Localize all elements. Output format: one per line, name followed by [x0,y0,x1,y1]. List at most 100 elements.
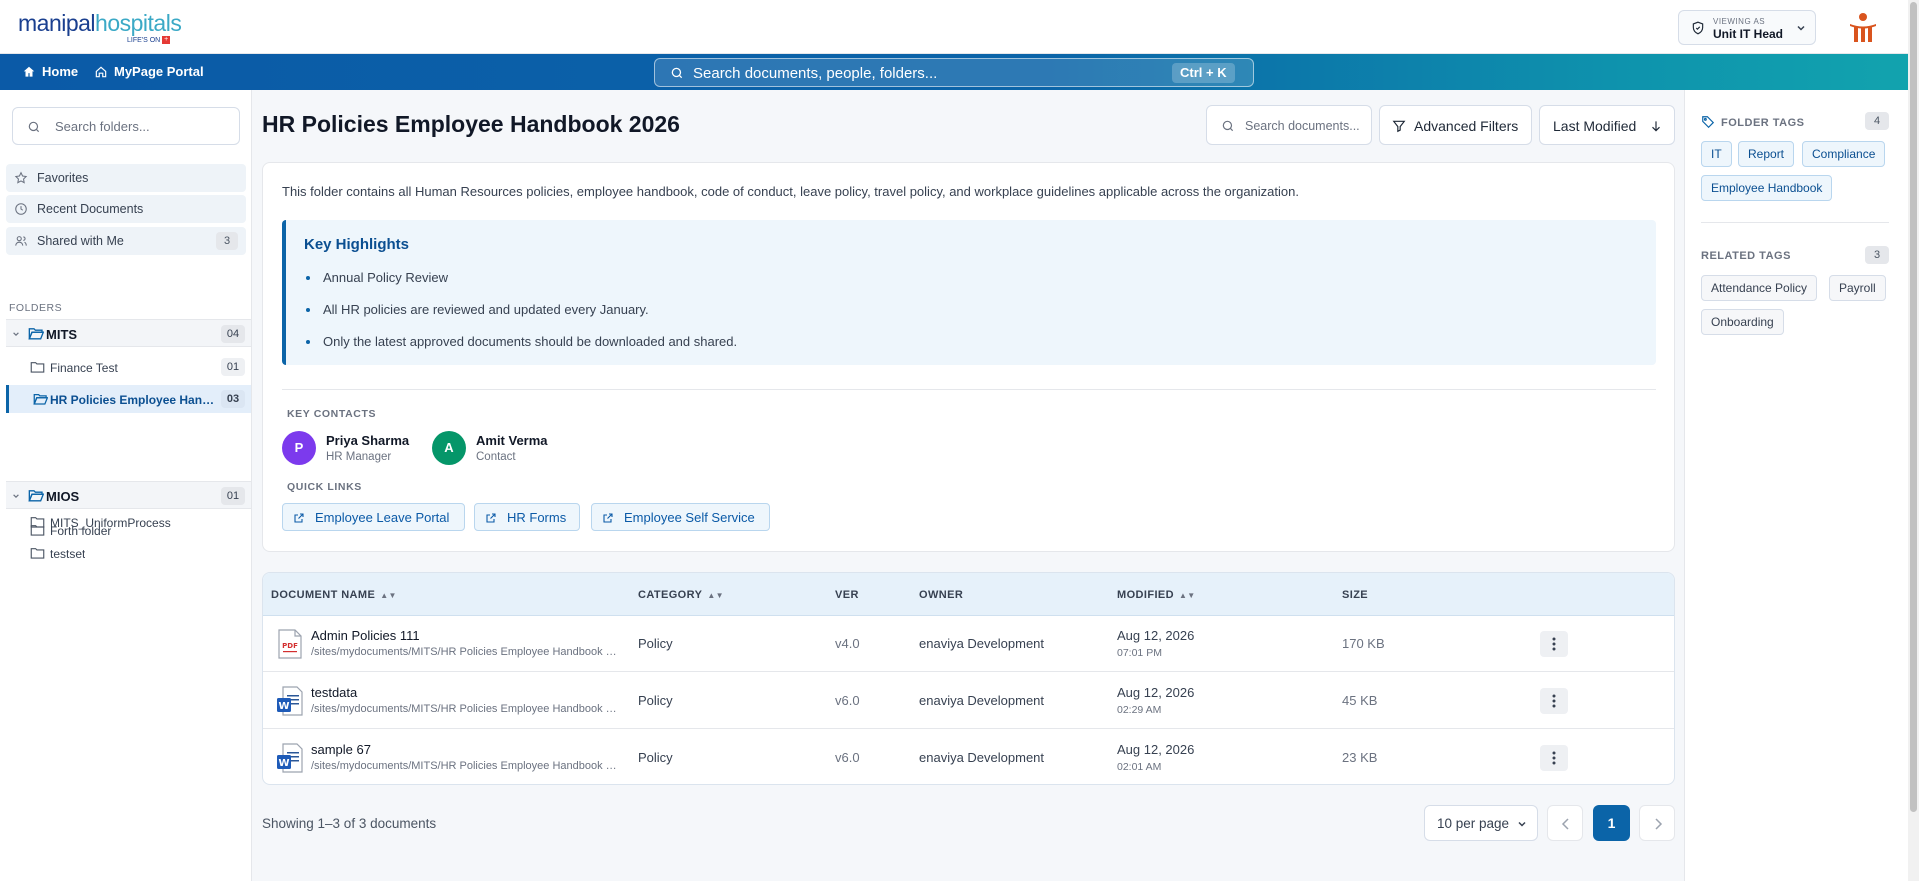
folder-tags-count: 4 [1865,112,1889,130]
nav-bar: Home MyPage Portal Search documents, peo… [0,54,1908,90]
table-row[interactable]: W testdata /sites/mydocuments/MITS/HR Po… [263,673,1674,729]
external-link-icon [294,513,304,523]
document-version: v4.0 [835,636,860,651]
documents-table: DOCUMENT NAME ▲▼ CATEGORY ▲▼ VER OWNER MOD… [262,572,1675,785]
document-name[interactable]: testdata [311,685,357,700]
folder-count-badge: 01 [221,358,245,376]
more-vertical-icon [1552,637,1556,651]
sort-button[interactable]: Last Modified [1539,105,1675,145]
shared-count-badge: 3 [216,232,238,250]
brand-mark-icon[interactable] [1846,10,1880,44]
quick-link-hr-forms[interactable]: HR Forms [474,503,580,531]
document-name[interactable]: sample 67 [311,742,371,757]
viewing-as-label: VIEWING AS [1713,17,1766,26]
sidebar-item-shared-with-me[interactable]: Shared with Me 3 [6,227,246,255]
document-name[interactable]: Admin Policies 111 [311,628,420,643]
folder-item-hr-policies[interactable]: HR Policies Employee Handbook 2026 03 [6,385,251,413]
quick-link-employee-self-service[interactable]: Employee Self Service [591,503,770,531]
document-size: 170 KB [1342,636,1385,651]
nav-home[interactable]: Home [22,64,78,79]
tag-icon [1702,116,1715,129]
per-page-select[interactable]: 10 per page [1424,805,1538,841]
keyboard-shortcut-badge: Ctrl + K [1172,63,1235,83]
related-tags-count: 3 [1865,246,1889,264]
document-version: v6.0 [835,693,860,708]
chevron-down-icon [1797,25,1805,31]
chevron-down-icon[interactable] [12,492,20,500]
document-size: 23 KB [1342,750,1378,765]
folder-root-mits[interactable]: MITS 04 [6,319,251,347]
brand-tagline: LIFE'S ON + [127,36,171,44]
plus-icon: + [162,36,171,44]
clock-icon [15,203,27,215]
contact-role: HR Manager [326,451,392,463]
brand-logo[interactable]: manipalhospitals LIFE'S ON + [18,10,182,44]
row-actions-button[interactable] [1540,745,1568,771]
document-version: v6.0 [835,750,860,765]
svg-text:W: W [278,701,289,712]
related-tag[interactable]: Attendance Policy [1701,275,1818,301]
folder-item-finance-test[interactable]: Finance Test 01 [6,353,251,381]
key-contacts-label: KEY CONTACTS [287,408,377,420]
previous-page-button[interactable] [1547,805,1583,841]
more-vertical-icon [1552,751,1556,765]
column-header-category[interactable]: CATEGORY ▲▼ [638,589,724,601]
row-actions-button[interactable] [1540,631,1568,657]
external-link-icon [603,513,613,523]
row-actions-button[interactable] [1540,688,1568,714]
folder-tag[interactable]: Compliance [1802,141,1886,167]
quick-link-employee-leave-portal[interactable]: Employee Leave Portal [282,503,465,531]
quick-links-label: QUICK LINKS [287,481,362,493]
folder-tag[interactable]: Report [1738,141,1795,167]
folder-tag[interactable]: Employee Handbook [1701,175,1833,201]
scrollbar-thumb[interactable] [1910,2,1917,812]
folder-item-forth-folder[interactable]: Forth folder [6,516,251,544]
document-category: Policy [638,750,673,765]
related-tag[interactable]: Onboarding [1701,309,1784,335]
sort-icon: ▲▼ [380,590,397,600]
document-modified-time: 02:01 AM [1117,761,1162,773]
star-icon [14,171,28,184]
contact-role: Contact [476,451,516,463]
next-page-button[interactable] [1639,805,1675,841]
document-path: /sites/mydocuments/MITS/HR Policies Empl… [311,760,617,772]
contact-name: Priya Sharma [326,433,410,448]
column-header-document-name[interactable]: DOCUMENT NAME ▲▼ [271,589,397,601]
related-tag[interactable]: Payroll [1829,275,1886,301]
divider [282,389,1656,390]
folder-icon [30,548,45,559]
key-highlights-box: Key Highlights Annual Policy Review All … [282,220,1656,365]
global-search-input[interactable]: Search documents, people, folders... Ctr… [654,58,1254,87]
document-modified-date: Aug 12, 2026 [1117,685,1195,700]
viewing-as-value: Unit IT Head [1713,27,1784,41]
folder-open-icon [33,394,48,405]
table-row[interactable]: W sample 67 /sites/mydocuments/MITS/HR P… [263,730,1674,784]
results-summary: Showing 1–3 of 3 documents [262,816,437,831]
svg-text:W: W [278,758,289,769]
avatar: P [282,431,316,465]
column-header-owner: OWNER [919,589,964,601]
arrow-down-icon [1652,121,1660,132]
document-path: /sites/mydocuments/MITS/HR Policies Empl… [311,646,617,658]
advanced-filters-button[interactable]: Advanced Filters [1379,105,1532,145]
folder-count-badge: 04 [221,325,245,343]
folder-icon [30,362,45,373]
document-owner: enaviya Development [919,693,1045,708]
page-scrollbar[interactable] [1908,0,1919,881]
page-title: HR Policies Employee Handbook 2026 [262,111,680,137]
folder-sidebar: Search folders... Favorites Recent Docum… [0,90,252,881]
sidebar-item-favorites[interactable]: Favorites [6,164,246,192]
column-header-modified[interactable]: MODIFIED ▲▼ [1117,589,1196,601]
page-button-current[interactable]: 1 [1593,805,1630,841]
folder-open-icon [28,328,44,340]
table-row[interactable]: PDF Admin Policies 111 /sites/mydocument… [263,616,1674,672]
folder-tag[interactable]: IT [1701,141,1732,167]
document-search-input[interactable]: Search documents... [1206,105,1372,145]
folder-search-input[interactable]: Search folders... [12,107,240,145]
sidebar-item-recent-documents[interactable]: Recent Documents [6,195,246,223]
folder-root-mios[interactable]: MIOS 01 [6,481,251,509]
chevron-down-icon[interactable] [12,330,20,338]
avatar: A [432,431,466,465]
nav-mypage-portal[interactable]: MyPage Portal [94,64,204,79]
viewing-as-selector[interactable]: VIEWING AS Unit IT Head [1678,10,1816,45]
